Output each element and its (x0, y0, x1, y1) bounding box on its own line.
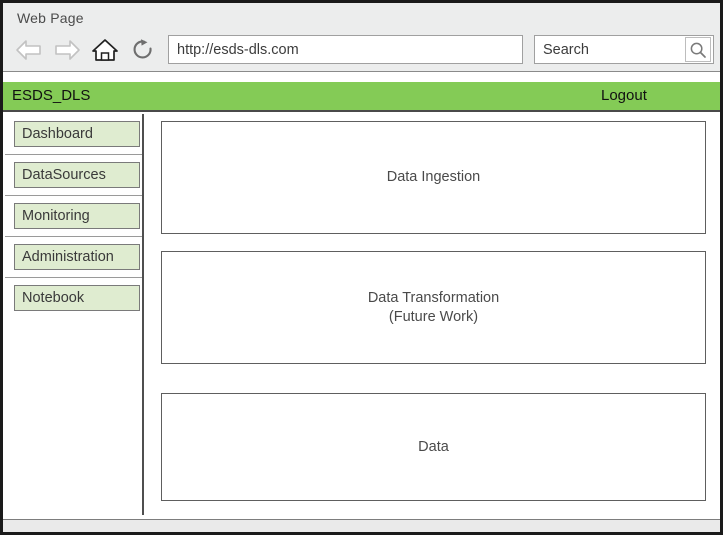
sidebar-item-datasources[interactable]: DataSources (14, 162, 140, 188)
sidebar-item-dashboard[interactable]: Dashboard (14, 121, 140, 147)
arrow-right-icon[interactable] (49, 33, 85, 67)
sidebar-item-label: Monitoring (15, 208, 90, 224)
sidebar-item-monitoring[interactable]: Monitoring (14, 203, 140, 229)
app-body: Dashboard DataSources Monitoring Adminis… (3, 114, 720, 517)
home-icon[interactable] (87, 33, 123, 67)
browser-chrome: Web Page (3, 3, 720, 72)
search-button[interactable] (685, 37, 711, 62)
browser-toolbar: http://esds-dls.com Search (3, 33, 720, 71)
panel-data-transformation[interactable]: Data Transformation (Future Work) (161, 251, 706, 364)
sidebar-group-3: Monitoring (5, 203, 142, 237)
sidebar-item-label: Dashboard (15, 126, 93, 142)
sidebar-group-1: Dashboard (5, 121, 142, 155)
panel-title: Data Ingestion (387, 168, 481, 187)
sidebar-item-label: Notebook (15, 290, 84, 306)
browser-window: Web Page (0, 0, 723, 535)
search-input-value: Search (535, 42, 685, 58)
sidebar-item-label: Administration (15, 249, 114, 265)
panel-text-block: Data Transformation (Future Work) (368, 289, 499, 327)
logout-link[interactable]: Logout (601, 87, 647, 104)
panel-title: Data Transformation (368, 289, 499, 308)
panel-data[interactable]: Data (161, 393, 706, 501)
address-bar-value: http://esds-dls.com (169, 42, 299, 58)
window-title: Web Page (17, 10, 84, 26)
sidebar-group-5: Notebook (5, 285, 142, 311)
arrow-left-icon[interactable] (11, 33, 47, 67)
sidebar-group-2: DataSources (5, 162, 142, 196)
sidebar-item-administration[interactable]: Administration (14, 244, 140, 270)
app-brand: ESDS_DLS (12, 87, 90, 104)
search-input[interactable]: Search (534, 35, 714, 64)
sidebar: Dashboard DataSources Monitoring Adminis… (5, 114, 144, 515)
main-content: Data Ingestion Data Transformation (Futu… (146, 114, 720, 515)
address-bar[interactable]: http://esds-dls.com (168, 35, 523, 64)
reload-icon[interactable] (125, 33, 161, 67)
sidebar-item-notebook[interactable]: Notebook (14, 285, 140, 311)
sidebar-group-4: Administration (5, 244, 142, 278)
status-bar (3, 519, 720, 535)
panel-data-ingestion[interactable]: Data Ingestion (161, 121, 706, 234)
app-header: ESDS_DLS Logout (3, 82, 720, 112)
panel-subtitle: (Future Work) (368, 308, 499, 327)
sidebar-item-label: DataSources (15, 167, 106, 183)
panel-title: Data (418, 438, 449, 457)
search-icon (689, 41, 707, 59)
